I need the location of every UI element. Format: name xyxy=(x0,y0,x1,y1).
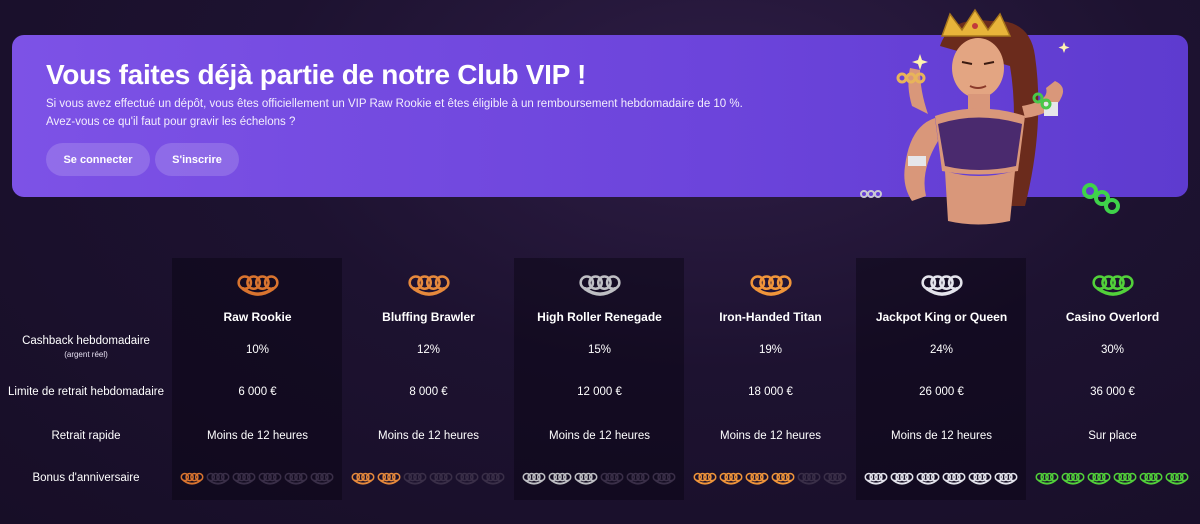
row-label-cashback: Cashback hebdomadaire (argent réel) xyxy=(0,335,172,359)
tier-withdrawal-limit: 26 000 € xyxy=(919,386,964,398)
bonus-knuckle-icon-active xyxy=(745,472,769,485)
bonus-knuckle-icon-inactive xyxy=(310,472,334,485)
banner-description: Si vous avez effectué un dépôt, vous ête… xyxy=(46,95,806,131)
bonus-knuckle-icon-inactive xyxy=(206,472,230,485)
tier-cashback: 30% xyxy=(1100,344,1125,356)
bonus-knuckle-icon-active xyxy=(1113,472,1137,485)
bonus-knuckle-icon-inactive xyxy=(652,472,676,485)
row-label-birthday-bonus: Bonus d'anniversaire xyxy=(32,472,140,484)
mascot-illustration xyxy=(860,8,1120,225)
tier-name: High Roller Renegade xyxy=(537,310,662,324)
bonus-knuckle-icon-inactive xyxy=(481,472,505,485)
tier-fast-withdrawal: Moins de 12 heures xyxy=(548,430,650,442)
tier-badge-icon xyxy=(750,275,792,296)
tier-cashback: 10% xyxy=(245,344,270,356)
bonus-knuckle-icon-inactive xyxy=(258,472,282,485)
bonus-knuckle-icon-active xyxy=(1087,472,1111,485)
bonus-knuckle-icon-active xyxy=(890,472,914,485)
bonus-knuckle-icon-active xyxy=(719,472,743,485)
bonus-knuckle-icon-inactive xyxy=(284,472,308,485)
bonus-knuckle-icon-inactive xyxy=(600,472,624,485)
bonus-knuckle-icon-active xyxy=(548,472,572,485)
tier-cashback: 12% xyxy=(416,344,441,356)
bonus-knuckle-icon-active xyxy=(1061,472,1085,485)
bonus-knuckle-icon-active xyxy=(864,472,888,485)
tier-fast-withdrawal: Moins de 12 heures xyxy=(377,430,479,442)
tier-cashback: 19% xyxy=(758,344,783,356)
bonus-knuckle-icon-inactive xyxy=(626,472,650,485)
tier-name: Bluffing Brawler xyxy=(382,310,475,324)
bonus-knuckle-icon-active xyxy=(574,472,598,485)
login-button[interactable]: Se connecter xyxy=(46,143,150,176)
tier-name: Jackpot King or Queen xyxy=(875,310,1008,324)
row-label-cashback-text: Cashback hebdomadaire xyxy=(22,335,150,347)
tier-fast-withdrawal: Moins de 12 heures xyxy=(719,430,821,442)
tier-birthday-bonus xyxy=(1035,471,1189,487)
tier-name: Casino Overlord xyxy=(1065,310,1160,324)
tier-birthday-bonus xyxy=(351,471,505,487)
row-label-withdrawal-limit: Limite de retrait hebdomadaire xyxy=(8,386,164,398)
tier-withdrawal-limit: 8 000 € xyxy=(409,386,448,398)
bonus-knuckle-icon-inactive xyxy=(455,472,479,485)
bonus-knuckle-icon-active xyxy=(1035,472,1059,485)
tier-badge-icon xyxy=(579,275,621,296)
bonus-knuckle-icon-active xyxy=(994,472,1018,485)
bonus-knuckle-icon-inactive xyxy=(429,472,453,485)
tier-birthday-bonus xyxy=(693,471,847,487)
bonus-knuckle-icon-active xyxy=(351,472,375,485)
tier-badge-icon xyxy=(921,275,963,296)
tier-fast-withdrawal: Moins de 12 heures xyxy=(890,430,992,442)
bonus-knuckle-icon-active xyxy=(916,472,940,485)
bonus-knuckle-icon-active xyxy=(180,472,204,485)
bonus-knuckle-icon-active xyxy=(1165,472,1189,485)
tier-name: Raw Rookie xyxy=(223,310,292,324)
tier-birthday-bonus xyxy=(180,471,334,487)
tier-birthday-bonus xyxy=(864,471,1018,487)
tier-withdrawal-limit: 36 000 € xyxy=(1090,386,1135,398)
bonus-knuckle-icon-inactive xyxy=(232,472,256,485)
tier-name: Iron-Handed Titan xyxy=(719,310,822,324)
tier-fast-withdrawal: Moins de 12 heures xyxy=(206,430,308,442)
row-label-fast-withdrawal: Retrait rapide xyxy=(51,430,121,442)
banner-title: Vous faites déjà partie de notre Club VI… xyxy=(46,59,586,90)
bonus-knuckle-icon-inactive xyxy=(823,472,847,485)
banner-description-line-2: Avez-vous ce qu'il faut pour gravir les … xyxy=(46,116,296,128)
tier-withdrawal-limit: 6 000 € xyxy=(238,386,277,398)
bonus-knuckle-icon-active xyxy=(377,472,401,485)
tier-cashback: 15% xyxy=(587,344,612,356)
banner-description-line-1: Si vous avez effectué un dépôt, vous ête… xyxy=(46,98,743,110)
bonus-knuckle-icon-active xyxy=(771,472,795,485)
bonus-knuckle-icon-active xyxy=(522,472,546,485)
bonus-knuckle-icon-active xyxy=(693,472,717,485)
row-label-cashback-subtext: (argent réel) xyxy=(64,350,108,359)
tier-cashback: 24% xyxy=(929,344,954,356)
tier-badge-icon xyxy=(408,275,450,296)
bonus-knuckle-icon-inactive xyxy=(403,472,427,485)
bonus-knuckle-icon-active xyxy=(1139,472,1163,485)
tier-birthday-bonus xyxy=(522,471,676,487)
tier-withdrawal-limit: 18 000 € xyxy=(748,386,793,398)
tier-fast-withdrawal: Sur place xyxy=(1088,430,1137,442)
bonus-knuckle-icon-inactive xyxy=(797,472,821,485)
bonus-knuckle-icon-active xyxy=(968,472,992,485)
tier-withdrawal-limit: 12 000 € xyxy=(577,386,622,398)
tier-badge-icon xyxy=(237,275,279,296)
tier-badge-icon xyxy=(1092,275,1134,296)
bonus-knuckle-icon-active xyxy=(942,472,966,485)
register-button[interactable]: S'inscrire xyxy=(155,143,239,176)
